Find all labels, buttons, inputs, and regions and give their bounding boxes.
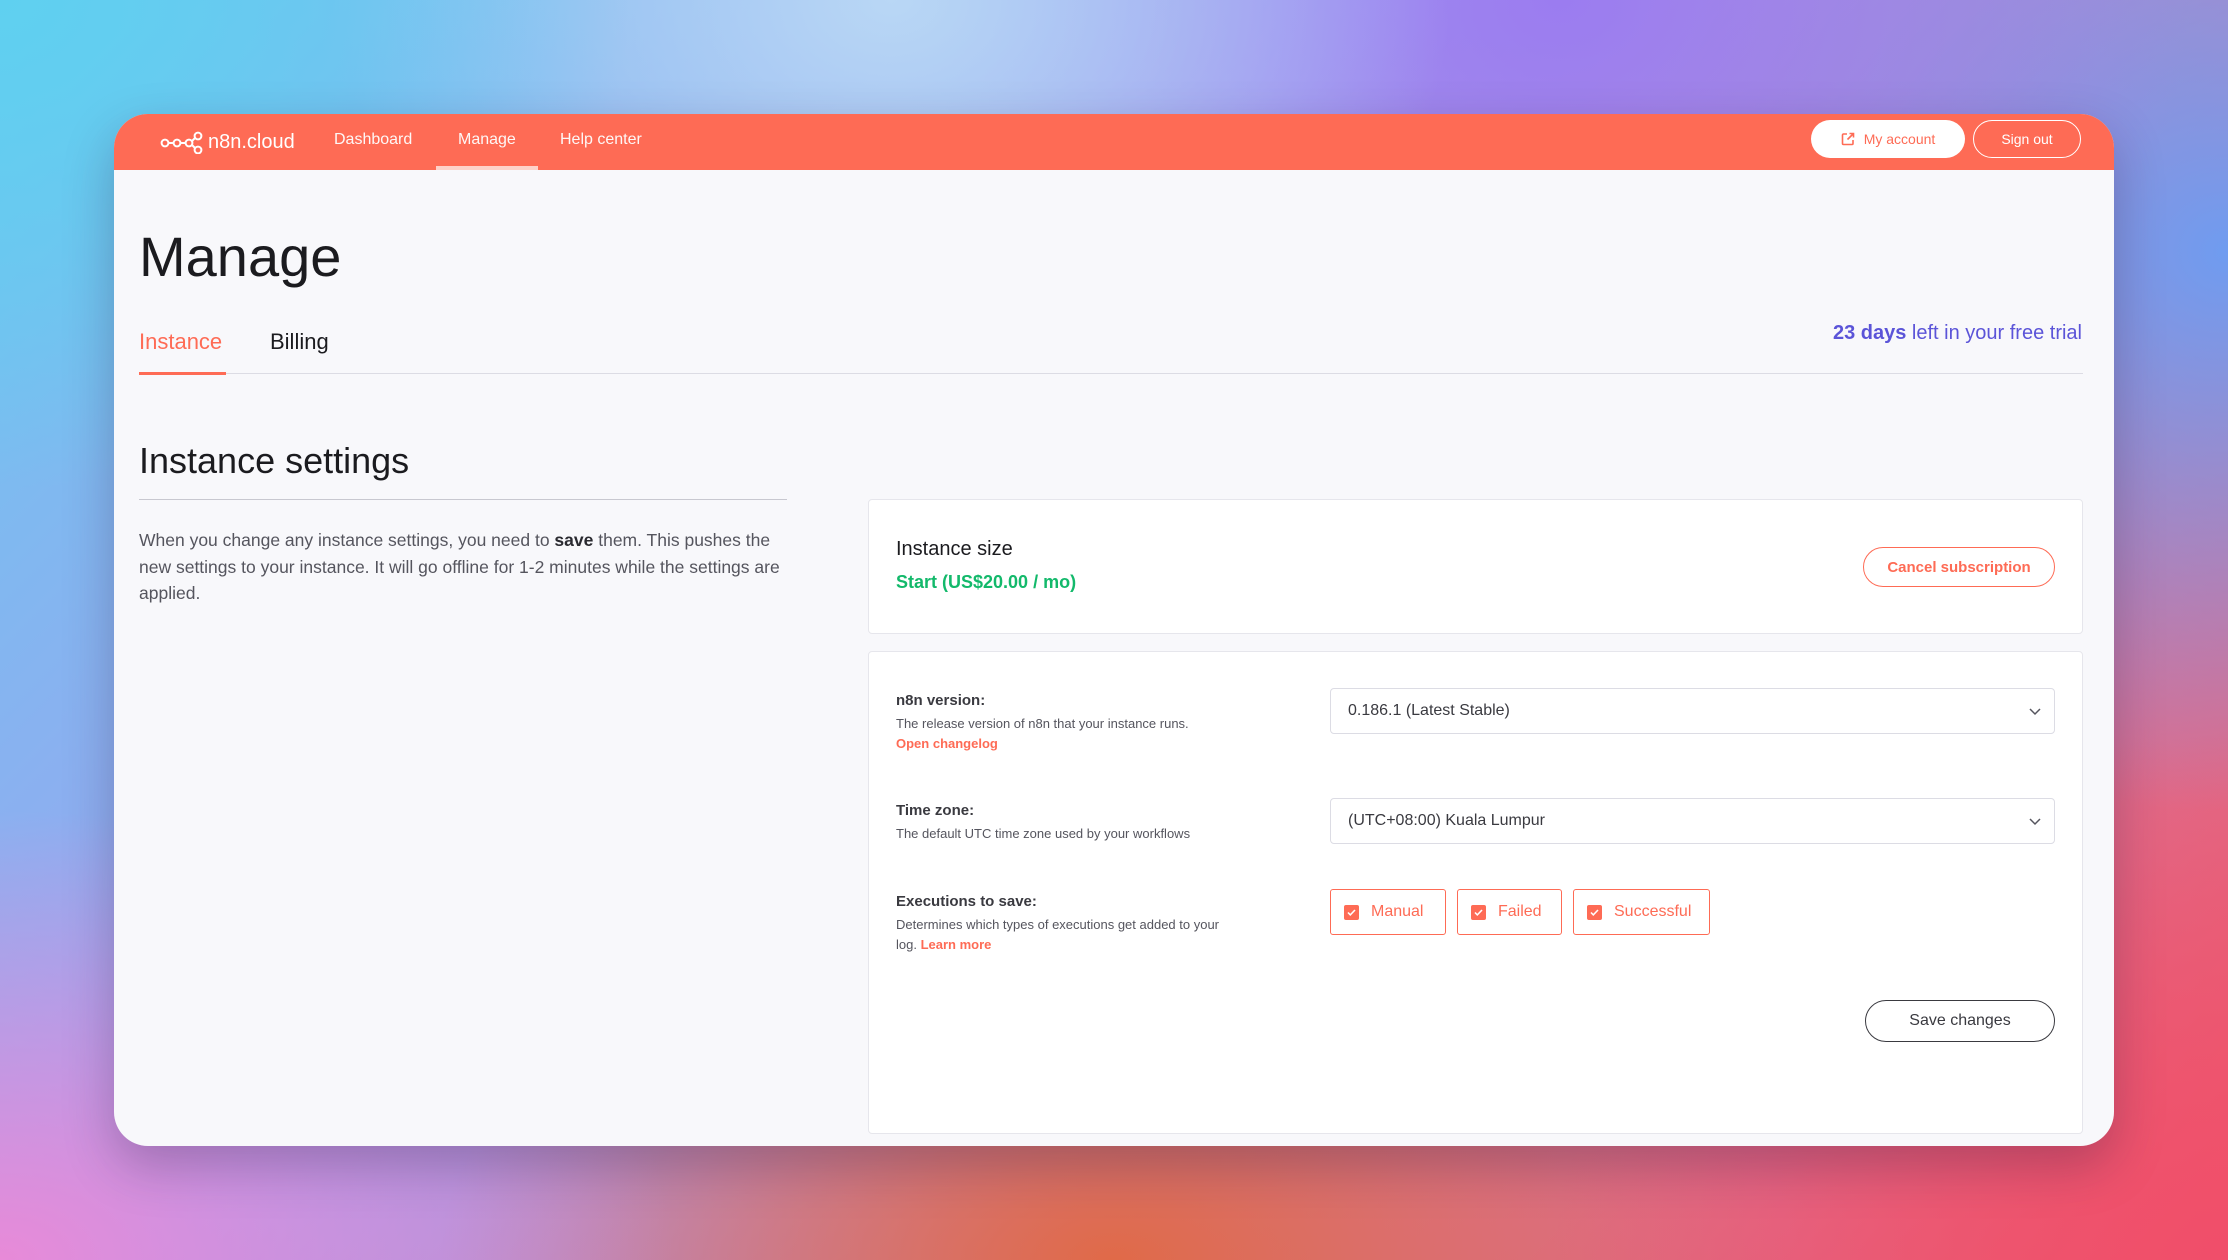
plan-label: Start (US$20.00 / mo) <box>896 572 1077 592</box>
open-changelog-link[interactable]: Open changelog <box>896 736 998 751</box>
timezone-label: Time zone: <box>896 802 975 819</box>
trial-days: 23 days <box>1832 322 1907 344</box>
executions-successful-checkbox[interactable]: Successful <box>1573 889 1710 935</box>
section-description: When you change any instance settings, y… <box>139 527 787 607</box>
checkbox-checked-icon <box>1344 904 1359 920</box>
logo-text: n8n.cloud <box>208 130 295 153</box>
version-help: The release version of n8n that your ins… <box>896 714 1226 754</box>
version-value: 0.186.1 (Latest Stable) <box>1348 702 1510 719</box>
n8n-logo-icon <box>160 131 203 154</box>
my-account-label: My account <box>1863 131 1936 147</box>
executions-manual-checkbox[interactable]: Manual <box>1330 889 1446 935</box>
failed-label: Failed <box>1498 903 1542 920</box>
executions-help: Determines which types of executions get… <box>896 915 1226 955</box>
nav-manage[interactable]: Manage <box>436 114 538 170</box>
version-select[interactable]: 0.186.1 (Latest Stable) <box>1330 688 2055 734</box>
free-trial-notice: 23 days left in your free trial <box>1833 322 2082 345</box>
executions-label: Executions to save: <box>896 893 1037 910</box>
active-tab-indicator <box>139 372 226 375</box>
description-text: When you change any instance settings, y… <box>139 530 555 550</box>
nav-dashboard[interactable]: Dashboard <box>334 114 412 170</box>
section-title: Instance settings <box>139 440 410 481</box>
nav-help-center[interactable]: Help center <box>560 114 642 170</box>
manual-label: Manual <box>1371 903 1424 920</box>
tab-billing[interactable]: Billing <box>270 329 329 355</box>
instance-size-card: Instance size Start (US$20.00 / mo) Canc… <box>868 499 2083 634</box>
cancel-subscription-button[interactable]: Cancel subscription <box>1863 547 2055 587</box>
version-help-text: The release version of n8n that your ins… <box>896 716 1189 731</box>
external-link-icon <box>1841 132 1855 146</box>
successful-label: Successful <box>1614 903 1692 920</box>
app-window: n8n.cloud Dashboard Manage Help center M… <box>114 114 2114 1146</box>
tabs-divider <box>139 373 2083 374</box>
learn-more-link[interactable]: Learn more <box>921 937 992 952</box>
my-account-button[interactable]: My account <box>1811 120 1965 158</box>
timezone-help: The default UTC time zone used by your w… <box>896 826 1191 841</box>
timezone-value: (UTC+08:00) Kuala Lumpur <box>1348 812 1545 829</box>
trial-suffix: left in your free trial <box>1906 322 2082 344</box>
timezone-select[interactable]: (UTC+08:00) Kuala Lumpur <box>1330 798 2055 844</box>
sign-out-button[interactable]: Sign out <box>1973 120 2081 158</box>
instance-size-title: Instance size <box>896 538 1013 560</box>
executions-failed-checkbox[interactable]: Failed <box>1457 889 1562 935</box>
tab-instance[interactable]: Instance <box>139 329 222 355</box>
version-label: n8n version: <box>896 692 986 709</box>
save-changes-button[interactable]: Save changes <box>1865 1000 2055 1042</box>
checkbox-checked-icon <box>1587 904 1602 920</box>
top-nav: n8n.cloud Dashboard Manage Help center M… <box>114 114 2114 170</box>
checkbox-checked-icon <box>1471 904 1486 920</box>
page-title: Manage <box>139 225 342 288</box>
section-divider <box>139 499 787 500</box>
n8n-logo[interactable]: n8n.cloud <box>160 126 295 158</box>
chevron-down-icon <box>2029 708 2041 716</box>
settings-card: n8n version: The release version of n8n … <box>868 651 2083 1134</box>
description-bold: save <box>554 530 594 550</box>
chevron-down-icon <box>2029 818 2041 826</box>
